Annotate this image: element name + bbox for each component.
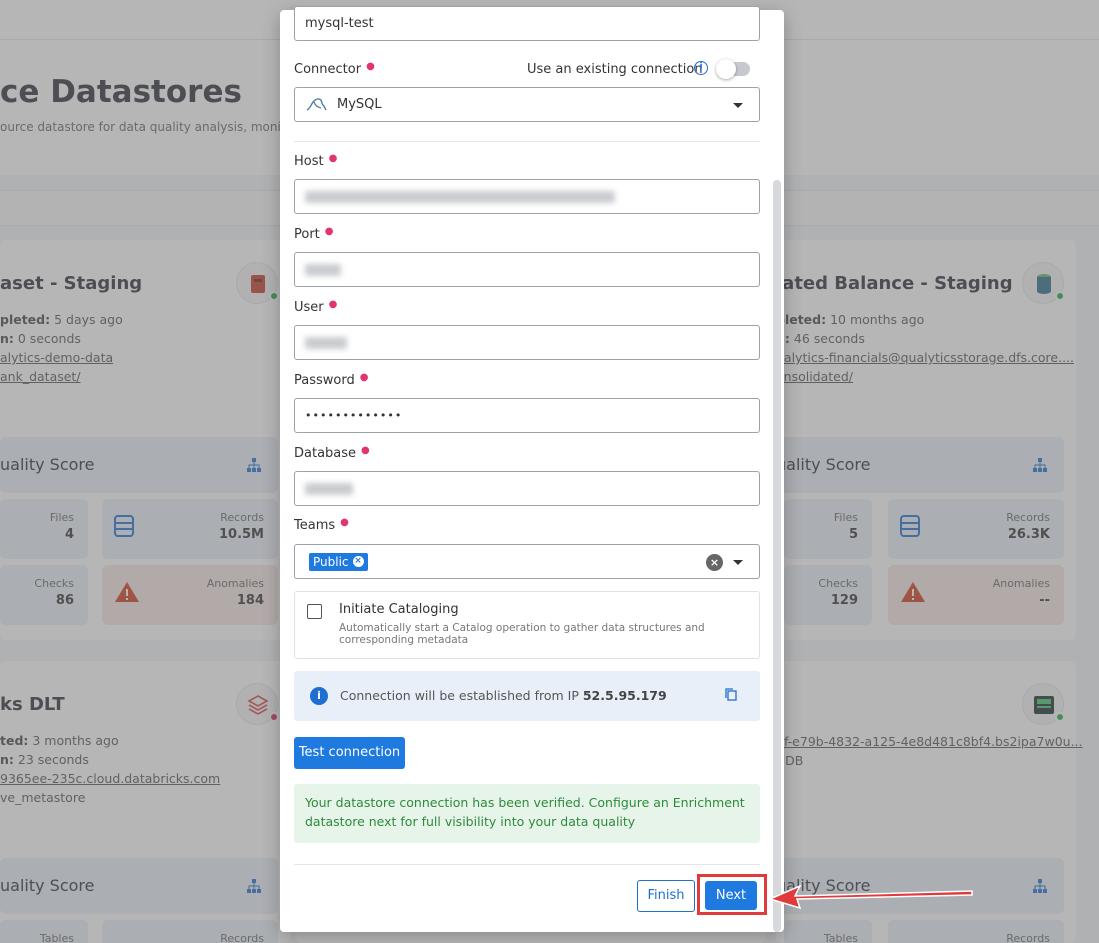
- password-value: •••••••••••••: [305, 409, 403, 422]
- connector-label: Connector ●: [294, 61, 375, 77]
- redacted-value: [305, 336, 347, 349]
- redacted-value: [305, 190, 615, 203]
- mysql-icon: [306, 97, 327, 111]
- ip-info-banner: i Connection will be established from IP…: [294, 671, 760, 721]
- password-input[interactable]: •••••••••••••: [294, 398, 760, 433]
- connector-value: MySQL: [337, 97, 382, 112]
- info-icon[interactable]: i: [694, 61, 708, 75]
- teams-select[interactable]: Public × ×: [294, 544, 760, 579]
- team-chip[interactable]: Public ×: [309, 552, 368, 571]
- clear-icon[interactable]: ×: [706, 554, 723, 571]
- teams-label: Teams ●: [294, 517, 349, 533]
- next-button[interactable]: Next: [705, 881, 757, 910]
- test-connection-button[interactable]: Test connection: [294, 737, 405, 769]
- initiate-cataloging-checkbox[interactable]: [307, 604, 322, 619]
- connection-verified-alert: Your datastore connection has been verif…: [294, 784, 760, 843]
- chevron-down-icon[interactable]: [733, 560, 743, 565]
- toggle-knob: [716, 59, 736, 79]
- password-label: Password ●: [294, 372, 369, 388]
- host-input[interactable]: [294, 179, 760, 214]
- ip-address: 52.5.95.179: [582, 688, 667, 703]
- initiate-cataloging-description: Automatically start a Catalog operation …: [339, 622, 705, 646]
- port-label: Port ●: [294, 226, 334, 242]
- add-datastore-dialog: mysql-test Connector ● Use an existing co…: [280, 6, 784, 932]
- modal-scrollbar[interactable]: [773, 180, 781, 932]
- database-input[interactable]: [294, 471, 760, 506]
- finish-button[interactable]: Finish: [637, 880, 695, 912]
- ip-info-text: Connection will be established from IP 5…: [340, 688, 667, 703]
- redacted-value: [305, 482, 353, 495]
- team-chip-label: Public: [313, 554, 349, 569]
- divider: [294, 864, 760, 865]
- host-label: Host ●: [294, 153, 338, 169]
- database-label: Database ●: [294, 445, 370, 461]
- initiate-cataloging-title: Initiate Cataloging: [339, 602, 459, 617]
- use-existing-connection-toggle[interactable]: [716, 59, 750, 79]
- user-label: User ●: [294, 299, 338, 315]
- remove-chip-icon[interactable]: ×: [352, 556, 364, 567]
- initiate-cataloging-option: Initiate Cataloging Automatically start …: [294, 591, 760, 659]
- datastore-name-input[interactable]: mysql-test: [294, 6, 760, 41]
- divider: [294, 141, 760, 142]
- copy-icon[interactable]: [725, 688, 737, 701]
- chevron-down-icon[interactable]: [733, 103, 743, 108]
- connector-select[interactable]: MySQL: [294, 87, 760, 122]
- info-icon: i: [310, 687, 328, 705]
- redacted-value: [305, 263, 341, 276]
- use-existing-connection-label: Use an existing connection: [527, 62, 703, 77]
- user-input[interactable]: [294, 325, 760, 360]
- port-input[interactable]: [294, 252, 760, 287]
- datastore-name-value: mysql-test: [305, 16, 374, 31]
